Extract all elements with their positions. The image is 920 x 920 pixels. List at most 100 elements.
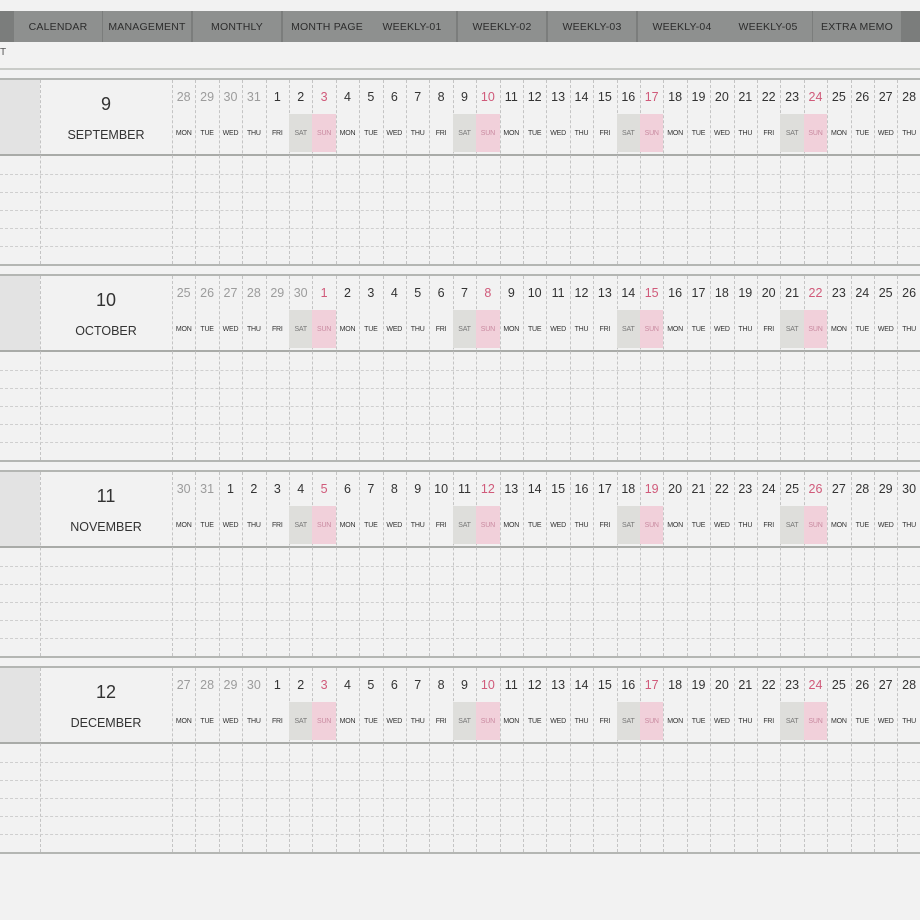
day-number[interactable]: 20 (710, 678, 733, 692)
day-number[interactable]: 5 (312, 482, 335, 496)
day-number[interactable]: 25 (827, 90, 850, 104)
day-number[interactable]: 18 (663, 90, 686, 104)
day-number[interactable]: 20 (710, 90, 733, 104)
day-number[interactable]: 22 (757, 90, 780, 104)
day-number[interactable]: 13 (500, 482, 523, 496)
day-number[interactable]: 4 (336, 90, 359, 104)
day-number[interactable]: 27 (219, 286, 242, 300)
day-number[interactable]: 14 (523, 482, 546, 496)
day-number[interactable]: 23 (780, 90, 803, 104)
day-number[interactable]: 2 (289, 678, 312, 692)
day-number[interactable]: 18 (710, 286, 733, 300)
day-number[interactable]: 21 (734, 678, 757, 692)
day-number[interactable]: 24 (804, 90, 827, 104)
day-number[interactable]: 13 (546, 90, 569, 104)
day-number[interactable]: 22 (757, 678, 780, 692)
tab-month-page[interactable]: MONTH PAGE (283, 11, 371, 42)
day-number[interactable]: 25 (780, 482, 803, 496)
day-number[interactable]: 24 (757, 482, 780, 496)
day-number[interactable]: 28 (897, 678, 920, 692)
day-number[interactable]: 10 (476, 90, 499, 104)
tab-weekly-01[interactable]: WEEKLY-01 (368, 11, 456, 42)
day-number[interactable]: 15 (593, 678, 616, 692)
day-number[interactable]: 5 (359, 90, 382, 104)
day-number[interactable]: 30 (219, 90, 242, 104)
day-number[interactable]: 1 (266, 90, 289, 104)
day-number[interactable]: 2 (242, 482, 265, 496)
day-number[interactable]: 30 (289, 286, 312, 300)
day-number[interactable]: 11 (500, 678, 523, 692)
tab-extra-memo[interactable]: EXTRA MEMO (813, 11, 901, 42)
day-number[interactable]: 1 (312, 286, 335, 300)
day-number[interactable]: 4 (336, 678, 359, 692)
day-number[interactable]: 1 (266, 678, 289, 692)
day-number[interactable]: 26 (851, 90, 874, 104)
tab-management[interactable]: MANAGEMENT (103, 11, 191, 42)
day-number[interactable]: 17 (593, 482, 616, 496)
day-number[interactable]: 29 (266, 286, 289, 300)
day-number[interactable]: 16 (617, 90, 640, 104)
day-number[interactable]: 28 (851, 482, 874, 496)
day-number[interactable]: 28 (172, 90, 195, 104)
day-number[interactable]: 5 (359, 678, 382, 692)
day-number[interactable]: 21 (687, 482, 710, 496)
day-number[interactable]: 20 (757, 286, 780, 300)
day-number[interactable]: 8 (383, 482, 406, 496)
day-number[interactable]: 3 (266, 482, 289, 496)
day-number[interactable]: 29 (874, 482, 897, 496)
day-number[interactable]: 24 (804, 678, 827, 692)
day-number[interactable]: 27 (827, 482, 850, 496)
day-number[interactable]: 30 (172, 482, 195, 496)
day-number[interactable]: 19 (734, 286, 757, 300)
day-number[interactable]: 7 (406, 90, 429, 104)
day-number[interactable]: 12 (523, 90, 546, 104)
day-number[interactable]: 21 (780, 286, 803, 300)
tab-weekly-04[interactable]: WEEKLY-04 (638, 11, 726, 42)
day-number[interactable]: 14 (570, 90, 593, 104)
day-number[interactable]: 9 (406, 482, 429, 496)
tab-weekly-03[interactable]: WEEKLY-03 (548, 11, 636, 42)
day-number[interactable]: 12 (476, 482, 499, 496)
day-number[interactable]: 29 (219, 678, 242, 692)
day-number[interactable]: 12 (570, 286, 593, 300)
day-number[interactable]: 28 (195, 678, 218, 692)
day-number[interactable]: 14 (617, 286, 640, 300)
day-number[interactable]: 19 (687, 90, 710, 104)
day-number[interactable]: 6 (336, 482, 359, 496)
tab-calendar[interactable]: CALENDAR (14, 11, 102, 42)
day-number[interactable]: 10 (476, 678, 499, 692)
day-number[interactable]: 27 (874, 90, 897, 104)
day-number[interactable]: 31 (195, 482, 218, 496)
day-number[interactable]: 3 (312, 678, 335, 692)
day-number[interactable]: 8 (429, 90, 452, 104)
day-number[interactable]: 16 (617, 678, 640, 692)
day-number[interactable]: 4 (289, 482, 312, 496)
day-number[interactable]: 15 (593, 90, 616, 104)
day-number[interactable]: 17 (640, 90, 663, 104)
day-number[interactable]: 18 (617, 482, 640, 496)
day-number[interactable]: 10 (429, 482, 452, 496)
day-number[interactable]: 8 (476, 286, 499, 300)
day-number[interactable]: 25 (874, 286, 897, 300)
day-number[interactable]: 26 (851, 678, 874, 692)
day-number[interactable]: 25 (827, 678, 850, 692)
day-number[interactable]: 11 (546, 286, 569, 300)
day-number[interactable]: 17 (687, 286, 710, 300)
tab-monthly[interactable]: MONTHLY (193, 11, 281, 42)
day-number[interactable]: 2 (289, 90, 312, 104)
day-number[interactable]: 6 (383, 678, 406, 692)
day-number[interactable]: 23 (734, 482, 757, 496)
day-number[interactable]: 29 (195, 90, 218, 104)
day-number[interactable]: 16 (663, 286, 686, 300)
tab-weekly-02[interactable]: WEEKLY-02 (458, 11, 546, 42)
day-number[interactable]: 6 (383, 90, 406, 104)
day-number[interactable]: 23 (780, 678, 803, 692)
day-number[interactable]: 7 (359, 482, 382, 496)
day-number[interactable]: 16 (570, 482, 593, 496)
day-number[interactable]: 18 (663, 678, 686, 692)
day-number[interactable]: 7 (406, 678, 429, 692)
day-number[interactable]: 22 (804, 286, 827, 300)
day-number[interactable]: 3 (359, 286, 382, 300)
day-number[interactable]: 30 (897, 482, 920, 496)
day-number[interactable]: 24 (851, 286, 874, 300)
